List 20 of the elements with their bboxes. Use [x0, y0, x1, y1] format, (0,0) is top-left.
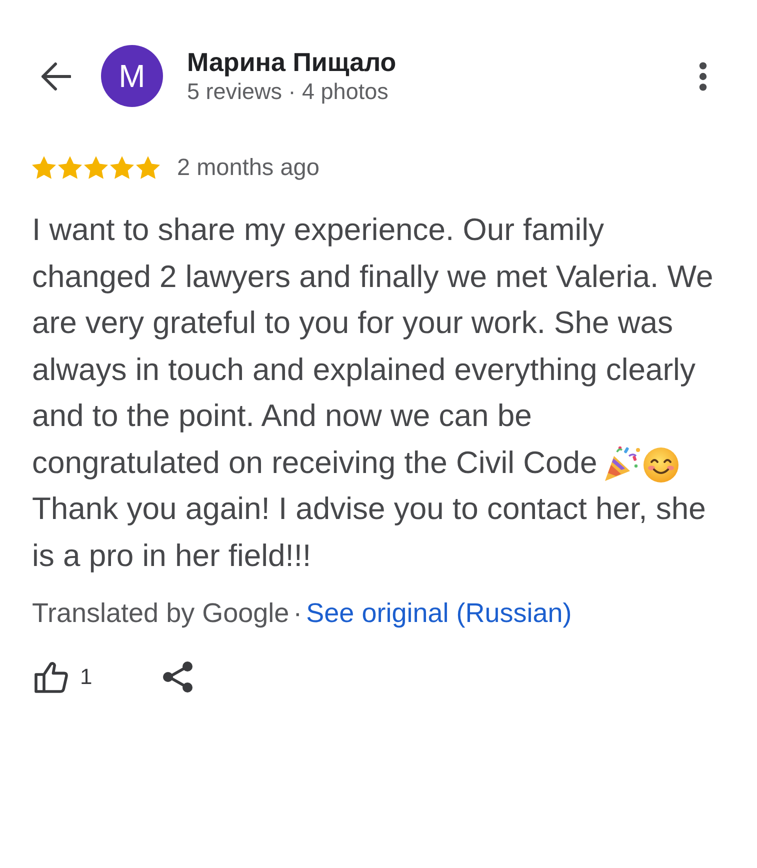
- reviewer-name[interactable]: Марина Пищало: [187, 46, 396, 76]
- star-icon: [58, 156, 82, 178]
- review-date: 2 months ago: [177, 154, 320, 180]
- share-icon[interactable]: [162, 661, 194, 693]
- reviewer-stats: 5 reviews · 4 photos: [187, 78, 390, 106]
- smiling-face-icon: [643, 446, 680, 483]
- avatar[interactable]: M: [101, 45, 163, 107]
- like-button[interactable]: 1: [34, 661, 92, 693]
- back-icon[interactable]: [40, 62, 71, 90]
- translation-note: Translated by Google: [32, 597, 290, 629]
- star-icon: [32, 156, 56, 178]
- star-icon: [136, 156, 160, 178]
- thumbs-up-icon: [34, 661, 68, 693]
- review-text: Thank you again! I advise you to contact her, she is a pro in her field!!!: [32, 490, 707, 574]
- separator-dot: ·: [293, 597, 302, 629]
- star-icon: [110, 156, 134, 178]
- star-icon: [84, 156, 108, 178]
- more-options-icon[interactable]: [699, 62, 707, 90]
- review-text: congratulated on receiving the Civil Code: [32, 444, 598, 482]
- see-original-link[interactable]: See original (Russian): [306, 597, 572, 629]
